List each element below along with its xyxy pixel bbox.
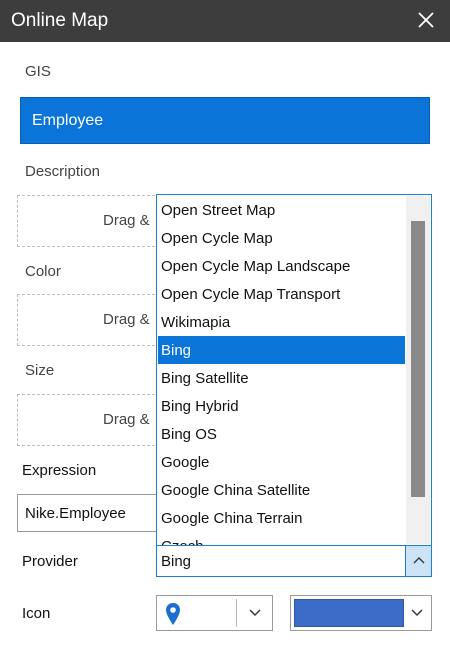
provider-option[interactable]: Open Cycle Map Landscape: [158, 252, 405, 280]
color-label: Color: [25, 263, 61, 280]
provider-select[interactable]: Bing: [156, 545, 432, 577]
gis-value-text: Employee: [32, 112, 104, 129]
provider-option[interactable]: Open Street Map: [158, 196, 405, 224]
gis-value[interactable]: Employee: [20, 97, 430, 144]
provider-option[interactable]: Google China Satellite: [158, 476, 405, 504]
provider-option[interactable]: Google: [158, 448, 405, 476]
provider-dropdown-list[interactable]: Open Street Map Open Cycle Map Open Cycl…: [156, 194, 432, 546]
provider-option[interactable]: Google China Terrain: [158, 504, 405, 532]
map-pin-icon: [165, 602, 181, 631]
provider-option[interactable]: Bing Hybrid: [158, 392, 405, 420]
expression-input[interactable]: Nike.Employee: [17, 494, 165, 532]
description-drop-hint: Drag &: [103, 212, 150, 229]
description-label: Description: [25, 163, 101, 180]
gis-label: GIS: [25, 63, 51, 80]
icon-label: Icon: [22, 605, 51, 622]
title-bar: Online Map: [0, 0, 450, 42]
list-scrollbar[interactable]: [406, 196, 430, 544]
provider-option[interactable]: Open Cycle Map: [158, 224, 405, 252]
window-title: Online Map: [11, 10, 109, 31]
provider-value: Bing: [161, 553, 192, 570]
provider-option[interactable]: Bing OS: [158, 420, 405, 448]
icon-color-select[interactable]: [290, 595, 432, 631]
color-swatch: [294, 599, 404, 627]
chevron-up-icon[interactable]: [405, 546, 431, 576]
provider-label: Provider: [22, 553, 78, 570]
provider-option[interactable]: Open Cycle Map Transport: [158, 280, 405, 308]
expression-value: Nike.Employee: [25, 505, 126, 522]
provider-option-selected[interactable]: Bing: [158, 336, 405, 364]
expression-label: Expression: [22, 462, 97, 479]
provider-option[interactable]: Wikimapia: [158, 308, 405, 336]
provider-option[interactable]: Czech: [158, 532, 405, 545]
size-label: Size: [25, 362, 55, 379]
provider-option[interactable]: Bing Satellite: [158, 364, 405, 392]
chevron-down-icon[interactable]: [236, 599, 272, 627]
scrollbar-thumb[interactable]: [411, 221, 425, 497]
icon-select[interactable]: [156, 595, 273, 631]
size-drop-hint: Drag &: [103, 411, 150, 428]
close-icon[interactable]: [414, 8, 438, 32]
color-drop-hint: Drag &: [103, 311, 150, 328]
